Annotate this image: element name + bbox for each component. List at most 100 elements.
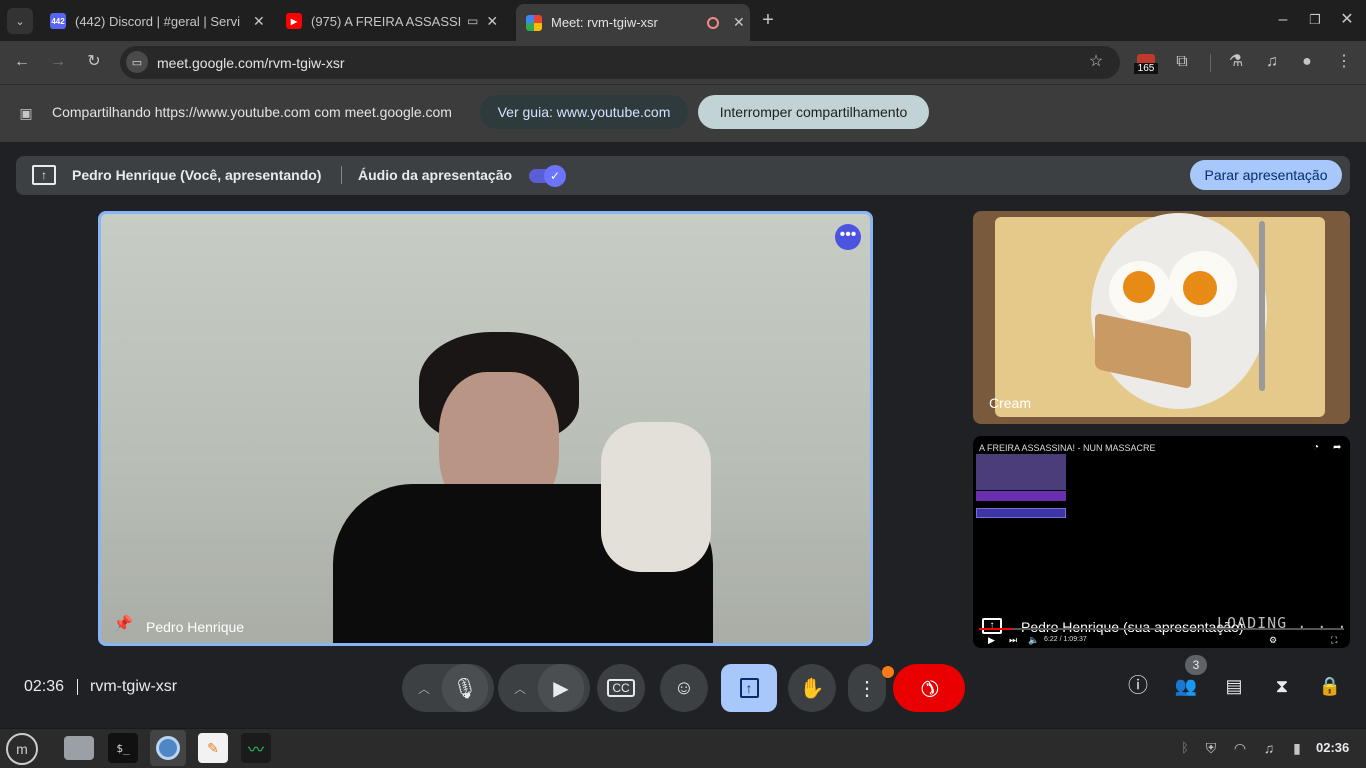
watch-later-icon: ◔ — [1313, 442, 1320, 453]
url-text[interactable]: meet.google.com/rvm-tgiw-xsr — [157, 55, 345, 71]
chromium-icon[interactable] — [150, 730, 186, 766]
stream-banner — [976, 508, 1066, 518]
mint-menu-icon[interactable]: m — [6, 733, 38, 765]
background-bag — [601, 422, 711, 572]
camera-options-chevron-icon[interactable]: ︿ — [514, 680, 526, 697]
taskbar-clock[interactable]: 02:36 — [1316, 740, 1349, 755]
captions-icon: CC — [607, 679, 635, 697]
notification-dot — [882, 666, 894, 678]
view-tab-button[interactable]: Ver guia: www.youtube.com — [480, 95, 688, 129]
meeting-info-icon[interactable]: ⓘ — [1126, 676, 1150, 696]
camera-icon: ▶ — [553, 677, 569, 700]
window-close-icon[interactable]: ✕ — [1338, 10, 1356, 30]
present-screen-icon: ↑ — [739, 678, 759, 698]
people-icon[interactable]: 👥 — [1174, 676, 1198, 696]
youtube-time: 6:22 / 1:09:37 — [1044, 636, 1087, 643]
system-monitor-icon[interactable]: 〰 — [241, 733, 271, 763]
minimize-icon[interactable]: – — [1274, 10, 1292, 30]
activities-icon[interactable]: ⧗ — [1270, 676, 1294, 696]
participant-neck — [441, 432, 551, 492]
youtube-progress-bar — [979, 628, 1344, 630]
text-editor-icon[interactable]: ✎ — [198, 733, 228, 763]
youtube-icon: ▶ — [286, 13, 302, 29]
bookmark-star-icon[interactable]: ☆ — [1086, 52, 1106, 72]
more-options-button[interactable]: ⋮ — [848, 664, 886, 712]
tab-title: (975) A FREIRA ASSASSIN — [311, 13, 461, 29]
close-icon[interactable]: ✕ — [733, 14, 745, 31]
sharing-status-text: Compartilhando https://www.youtube.com c… — [52, 104, 452, 120]
close-icon[interactable]: ✕ — [486, 13, 498, 30]
presentation-audio-toggle[interactable]: ✓ — [529, 165, 566, 187]
tab-youtube[interactable]: ▶ (975) A FREIRA ASSASSIN ▭ ✕ — [276, 6, 512, 36]
present-icon: ↑ — [982, 618, 1002, 634]
meeting-clock: 02:36 — [24, 678, 65, 695]
presentation-tile[interactable]: A FREIRA ASSASSINA! - NUN MASSACRE ◔ ➦ L… — [973, 436, 1350, 648]
mic-options-chevron-icon[interactable]: ︿ — [418, 680, 430, 697]
bluetooth-icon[interactable]: ᛒ — [1178, 738, 1192, 758]
media-controls-icon[interactable]: ♫ — [1262, 52, 1282, 72]
play-icon: ▶ — [988, 635, 995, 645]
tab-search-button[interactable]: ⌄ — [7, 8, 33, 34]
sound-icon[interactable]: ♫ — [1260, 738, 1278, 758]
tab-title: (442) Discord | #geral | Servi — [75, 13, 240, 29]
stop-presenting-button[interactable]: Parar apresentação — [1190, 160, 1342, 190]
stream-webcam-overlay — [976, 454, 1066, 490]
youtube-settings-icon: ⚙ — [1269, 635, 1278, 645]
discord-icon: 442 — [50, 13, 66, 29]
pin-icon[interactable]: 📌 — [113, 614, 133, 634]
hand-icon: ✋ — [799, 677, 825, 700]
tab-title: Meet: rvm-tgiw-xsr — [551, 15, 658, 30]
present-now-button[interactable]: ↑ — [721, 664, 777, 712]
more-vert-icon: ⋮ — [857, 677, 877, 700]
reload-icon[interactable]: ↻ — [84, 52, 104, 72]
new-tab-icon[interactable]: + — [758, 10, 778, 30]
terminal-icon[interactable]: $_ — [108, 733, 138, 763]
site-info-icon[interactable]: ▭ — [126, 51, 148, 73]
meeting-code: rvm-tgiw-xsr — [90, 678, 178, 695]
tab-meet[interactable]: Meet: rvm-tgiw-xsr ✕ — [516, 4, 750, 41]
stop-sharing-button[interactable]: Interromper compartilhamento — [698, 95, 929, 129]
presentation-name: Pedro Henrique (sua apresentação) — [1021, 619, 1244, 635]
participant-name: Cream — [989, 395, 1032, 411]
end-call-icon: ✆ — [913, 672, 945, 704]
tab-discord[interactable]: 442 (442) Discord | #geral | Servi ✕ — [40, 6, 270, 36]
raise-hand-button[interactable]: ✋ — [788, 664, 836, 712]
more-options-icon[interactable]: ••• — [835, 224, 861, 250]
knife — [1259, 221, 1265, 391]
extension-badge-count: 165 — [1134, 63, 1158, 74]
extension-badge-icon[interactable]: 165 — [1134, 54, 1158, 74]
browser-tab-bar: ⌄ 442 (442) Discord | #geral | Servi ✕ ▶… — [0, 0, 1366, 41]
toolbar-divider — [1210, 54, 1211, 72]
presentation-audio-label: Áudio da apresentação — [358, 167, 513, 183]
emoji-reactions-button[interactable]: ☺ — [660, 664, 708, 712]
present-icon: ↑ — [32, 165, 56, 185]
screen-share-icon: ▣ — [19, 105, 33, 121]
captions-button[interactable]: CC — [597, 664, 645, 712]
yolk-right — [1183, 271, 1217, 305]
leave-call-button[interactable]: ✆ — [893, 664, 965, 712]
forward-icon[interactable]: → — [48, 52, 68, 72]
maximize-icon[interactable]: ❐ — [1306, 10, 1324, 30]
extensions-icon[interactable]: ⧉ — [1172, 52, 1192, 72]
back-icon[interactable]: ← — [12, 52, 32, 72]
labs-flask-icon[interactable]: ⚗ — [1226, 52, 1246, 72]
battery-icon[interactable]: ▮ — [1288, 738, 1306, 758]
camera-button[interactable]: ▶ — [538, 664, 584, 712]
mic-button[interactable]: 🎙 — [442, 664, 488, 712]
wifi-icon[interactable]: ◠ — [1231, 738, 1249, 758]
picture-in-picture-icon: ▭ — [467, 14, 479, 28]
people-count-badge: 3 — [1185, 655, 1207, 675]
profile-icon[interactable]: ● — [1297, 52, 1317, 72]
recording-icon — [707, 16, 719, 29]
main-video-tile[interactable]: ••• 📌 Pedro Henrique — [98, 211, 873, 646]
shield-icon[interactable]: ⛨ — [1202, 738, 1220, 758]
participant-name: Pedro Henrique — [146, 619, 245, 635]
discord-badge: 442 — [51, 16, 65, 26]
share-arrow-icon: ➦ — [1333, 442, 1342, 453]
menu-dots-icon[interactable]: ⋮ — [1334, 52, 1354, 72]
host-controls-icon[interactable]: 🔒 — [1318, 676, 1342, 696]
chat-icon[interactable]: ▤ — [1222, 676, 1246, 696]
close-icon[interactable]: ✕ — [253, 13, 265, 30]
participant-tile-cream[interactable]: Cream — [973, 211, 1350, 424]
files-icon[interactable] — [64, 736, 94, 760]
